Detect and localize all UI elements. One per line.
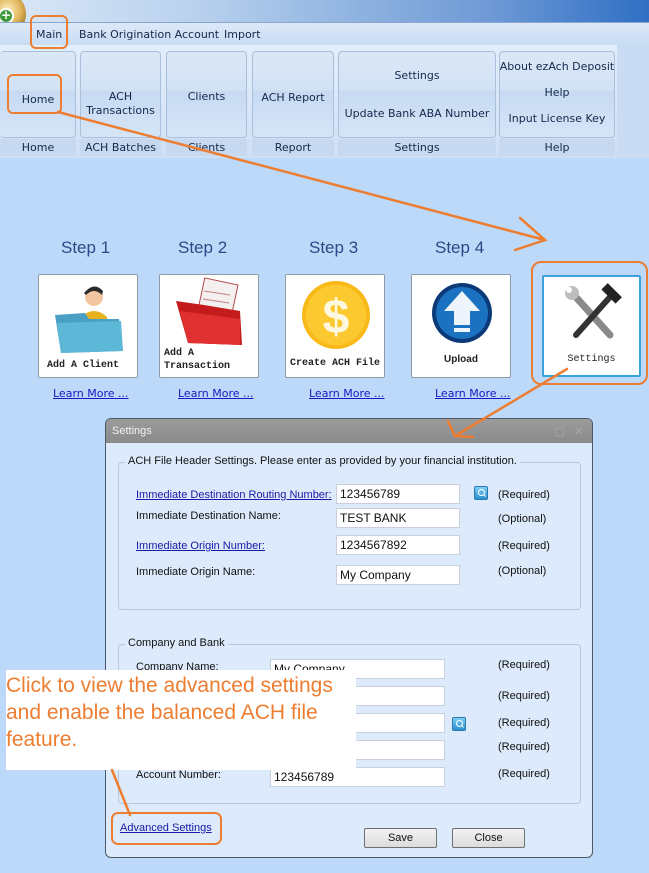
highlight-main-tab [30,15,68,49]
create-ach-file-tile[interactable]: $ Create ACH File [285,274,385,378]
transaction-folder-icon [176,277,242,345]
required-indicator: (Required) [498,768,550,780]
dialog-title: Settings [112,425,152,437]
company-bank-legend: Company and Bank [125,637,228,649]
group-label: Report [252,139,334,156]
learn-more-link-step-4[interactable]: Learn More ... [435,387,511,400]
group-label: ACH Batches [80,139,161,156]
add-transaction-tile[interactable]: Add A Transaction [159,274,259,378]
clients-button[interactable]: Clients [166,90,247,104]
learn-more-link-step-3[interactable]: Learn More ... [309,387,385,400]
destination-name-label: Immediate Destination Name: [136,510,281,522]
step-3-label: Step 3 [309,238,359,257]
group-label: Clients [166,139,247,156]
input-license-key-button[interactable]: Input License Key [499,112,615,126]
routing-lookup-icon[interactable] [474,486,488,500]
step-4-label: Step 4 [435,238,485,257]
ribbon-empty-area [617,45,649,158]
about-button[interactable]: About ezAch Deposit [499,60,615,74]
ribbon-group-help: About ezAch Deposit Help Input License K… [499,48,615,156]
dialog-title-bar: Settings □ ✕ [106,419,592,443]
save-button[interactable]: Save [364,828,437,848]
ach-transactions-button[interactable]: ACH Transactions [80,90,161,118]
required-indicator: (Required) [498,659,550,671]
highlight-home-button [7,74,62,114]
close-icon[interactable]: ✕ [574,425,583,438]
optional-indicator: (Optional) [498,565,547,577]
required-indicator: (Required) [498,489,550,501]
origin-name-input[interactable]: My Company [336,565,460,585]
dollar-coin-icon: $ [302,281,370,349]
ribbon-group-report: ACH Report Report [252,48,334,156]
maximize-icon[interactable]: □ [554,425,564,438]
optional-indicator: (Optional) [498,513,547,525]
ach-header-legend: ACH File Header Settings. Please enter a… [125,455,520,467]
routing-number-link[interactable]: Immediate Destination Routing Number: [136,489,332,501]
update-bank-aba-button[interactable]: Update Bank ABA Number [338,107,496,121]
tile-caption: Create ACH File [290,358,381,369]
origin-number-link[interactable]: Immediate Origin Number: [136,540,265,552]
settings-dialog: Settings □ ✕ ACH File Header Settings. P… [105,418,593,858]
annotation-callout-text: Click to view the advanced settings and … [6,674,333,751]
settings-ribbon-button[interactable]: Settings [338,69,496,83]
tab-bank-origination-account[interactable]: Bank Origination Account [79,28,219,41]
ribbon-group-ach-batches: ACH Transactions ACH Batches [80,48,161,156]
learn-more-link-step-1[interactable]: Learn More ... [53,387,129,400]
ribbon-tab-bar: Main Bank Origination Account Import [0,22,649,45]
add-client-tile[interactable]: Add A Client [38,274,138,378]
upload-tile[interactable]: Upload [411,274,511,378]
step-1-label: Step 1 [61,238,111,257]
tile-caption: Add A Transaction [164,348,231,372]
arrowhead [513,216,548,252]
tile-caption: Add A Client [47,360,120,371]
required-indicator: (Required) [498,690,550,702]
help-button[interactable]: Help [499,86,615,100]
origin-name-label: Immediate Origin Name: [136,566,256,578]
required-indicator: (Required) [498,741,550,753]
account-number-input[interactable]: 123456789 [270,767,445,787]
ach-report-button[interactable]: ACH Report [252,91,334,105]
annotation-callout: Click to view the advanced settings and … [6,670,356,770]
tile-caption: Upload [444,354,478,365]
upload-arrow-icon [432,283,492,343]
highlight-advanced-settings [111,812,222,845]
origin-number-input[interactable]: 1234567892 [336,535,460,555]
step-2-label: Step 2 [178,238,228,257]
client-folder-icon [55,286,123,353]
ribbon: Home Home ACH Transactions ACH Batches C… [0,45,617,158]
group-label: Help [499,139,615,156]
tab-import[interactable]: Import [224,28,261,41]
destination-name-input[interactable]: TEST BANK [336,508,460,528]
bank-lookup-icon[interactable] [452,717,466,731]
required-indicator: (Required) [498,717,550,729]
ribbon-group-settings: Settings Update Bank ABA Number Settings [338,48,496,156]
close-button[interactable]: Close [452,828,525,848]
group-label: Home [0,139,76,156]
highlight-settings-tile [531,261,648,385]
svg-text:$: $ [323,291,350,344]
learn-more-link-step-2[interactable]: Learn More ... [178,387,254,400]
account-number-label: Account Number: [136,769,221,781]
group-label: Settings [338,139,496,156]
title-bar [0,0,649,22]
required-indicator: (Required) [498,540,550,552]
ribbon-group-clients: Clients Clients [166,48,247,156]
routing-number-input[interactable]: 123456789 [336,484,460,504]
